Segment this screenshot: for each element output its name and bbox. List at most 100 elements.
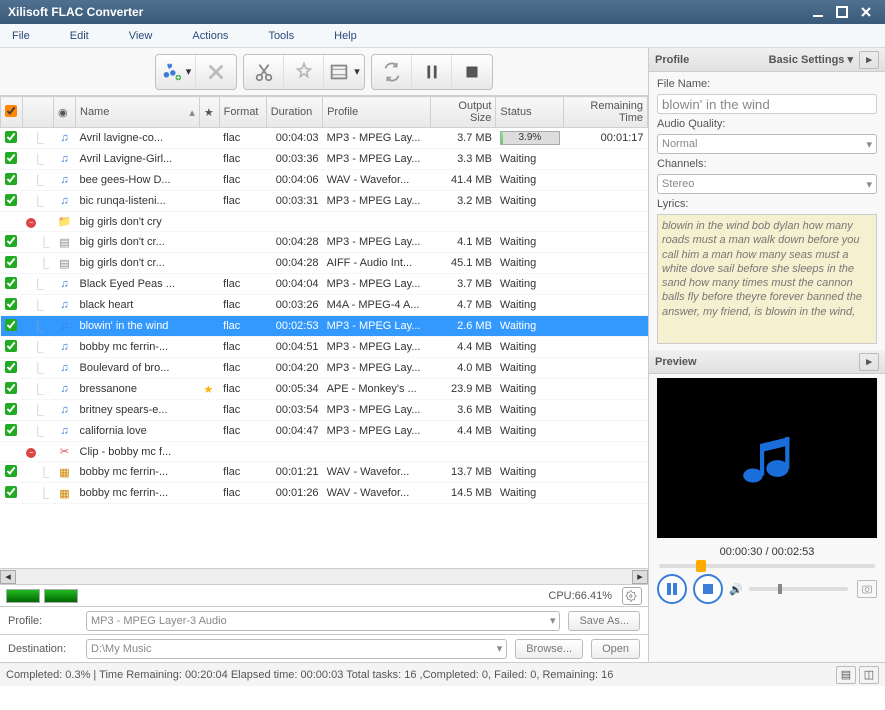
row-format: flac [219, 337, 266, 358]
cut-button[interactable] [244, 55, 284, 89]
row-checkbox[interactable] [5, 235, 17, 247]
row-checkbox[interactable] [5, 486, 17, 498]
table-row[interactable]: ⎿▦bobby mc ferrin-...flac00:01:21WAV - W… [1, 462, 648, 483]
table-row[interactable]: ⎿♫black heartflac00:03:26M4A - MPEG-4 A.… [1, 295, 648, 316]
status-report-button[interactable]: ◫ [859, 666, 879, 684]
table-row[interactable]: ⎿♫bressanone★flac00:05:34APE - Monkey's … [1, 379, 648, 400]
col-duration[interactable]: Duration [266, 97, 322, 128]
row-checkbox[interactable] [5, 340, 17, 352]
table-row[interactable]: ⎿♫blowin' in the windflac00:02:53MP3 - M… [1, 316, 648, 337]
col-check[interactable] [1, 97, 23, 128]
row-checkbox[interactable] [5, 382, 17, 394]
preview-panel-expand[interactable]: ▸ [859, 353, 879, 371]
menu-actions[interactable]: Actions [192, 30, 228, 42]
player-pause-button[interactable] [657, 574, 687, 604]
delete-button[interactable] [196, 55, 236, 89]
table-row[interactable]: ⎿♫britney spears-e...flac00:03:54MP3 - M… [1, 400, 648, 421]
star-icon[interactable]: ★ [203, 384, 213, 396]
quality-combo[interactable]: Normal▾ [657, 134, 877, 154]
col-name[interactable]: Name ▴ [76, 97, 200, 128]
lyrics-box[interactable]: blowin in the wind bob dylan how many ro… [657, 214, 877, 344]
table-row[interactable]: ⎿♫bee gees-How D...flac00:04:06WAV - Wav… [1, 170, 648, 191]
row-status: Waiting [496, 316, 564, 337]
minimize-button[interactable] [807, 4, 829, 20]
menu-file[interactable]: File [12, 30, 30, 42]
stop-button[interactable] [452, 55, 492, 89]
table-row[interactable]: ⎿♫Avril Lavigne-Girl...flac00:03:36MP3 -… [1, 149, 648, 170]
collapse-icon[interactable]: − [26, 218, 36, 228]
hscroll-left[interactable]: ◂ [0, 570, 16, 584]
row-profile: MP3 - MPEG Lay... [323, 128, 431, 149]
row-checkbox[interactable] [5, 152, 17, 164]
row-checkbox[interactable] [5, 465, 17, 477]
channels-combo[interactable]: Stereo▾ [657, 174, 877, 194]
table-row[interactable]: ⎿♫california loveflac00:04:47MP3 - MPEG … [1, 421, 648, 442]
row-checkbox[interactable] [5, 361, 17, 373]
col-format[interactable]: Format [219, 97, 266, 128]
status-list-button[interactable]: ▤ [836, 666, 856, 684]
row-checkbox[interactable] [5, 194, 17, 206]
basic-settings-dropdown[interactable]: Basic Settings ▾ [769, 53, 853, 66]
col-remain[interactable]: Remaining Time [564, 97, 648, 128]
player-stop-button[interactable] [693, 574, 723, 604]
table-row[interactable]: ⎿♫bobby mc ferrin-...flac00:04:51MP3 - M… [1, 337, 648, 358]
row-checkbox[interactable] [5, 298, 17, 310]
col-profile[interactable]: Profile [323, 97, 431, 128]
row-checkbox[interactable] [5, 131, 17, 143]
profile-combo[interactable]: MP3 - MPEG Layer-3 Audio▾ [86, 611, 560, 631]
row-name: Avril Lavigne-Girl... [76, 149, 200, 170]
row-name: bobby mc ferrin-... [76, 462, 200, 483]
filename-input[interactable] [657, 94, 877, 114]
table-row[interactable]: ⎿♫Avril lavigne-co...flac00:04:03MP3 - M… [1, 128, 648, 149]
open-button[interactable]: Open [591, 639, 640, 659]
col-status[interactable]: Status [496, 97, 564, 128]
table-row[interactable]: −✂Clip - bobby mc f... [1, 442, 648, 462]
seek-slider[interactable] [659, 564, 875, 568]
row-checkbox[interactable] [5, 403, 17, 415]
col-size[interactable]: Output Size [431, 97, 496, 128]
row-checkbox[interactable] [5, 256, 17, 268]
row-name: bee gees-How D... [76, 170, 200, 191]
browse-button[interactable]: Browse... [515, 639, 583, 659]
table-row[interactable]: ⎿▤big girls don't cr...00:04:28MP3 - MPE… [1, 232, 648, 253]
profile-panel-expand[interactable]: ▸ [859, 51, 879, 69]
maximize-button[interactable] [831, 4, 853, 20]
volume-slider[interactable] [749, 587, 848, 591]
table-row[interactable]: −📁big girls don't cry [1, 212, 648, 232]
film-button[interactable]: ▾ [324, 55, 364, 89]
row-checkbox[interactable] [5, 277, 17, 289]
cpu-settings-button[interactable] [622, 587, 642, 605]
menu-view[interactable]: View [129, 30, 153, 42]
effects-button[interactable] [284, 55, 324, 89]
row-checkbox[interactable] [5, 319, 17, 331]
hscroll-right[interactable]: ▸ [632, 570, 648, 584]
menu-tools[interactable]: Tools [268, 30, 294, 42]
row-name: black heart [76, 295, 200, 316]
add-file-button[interactable]: ▾ [156, 55, 196, 89]
snapshot-button[interactable] [857, 580, 877, 598]
col-star[interactable]: ★ [199, 97, 219, 128]
close-button[interactable] [855, 4, 877, 20]
pause-button[interactable] [412, 55, 452, 89]
row-profile: MP3 - MPEG Lay... [323, 274, 431, 295]
hscroll-track[interactable] [16, 570, 632, 584]
save-as-button[interactable]: Save As... [568, 611, 640, 631]
row-format: flac [219, 483, 266, 504]
row-checkbox[interactable] [5, 173, 17, 185]
row-profile: M4A - MPEG-4 A... [323, 295, 431, 316]
convert-button[interactable] [372, 55, 412, 89]
table-row[interactable]: ⎿▤big girls don't cr...00:04:28AIFF - Au… [1, 253, 648, 274]
destination-combo[interactable]: D:\My Music▾ [86, 639, 507, 659]
collapse-icon[interactable]: − [26, 448, 36, 458]
row-name: Boulevard of bro... [76, 358, 200, 379]
table-row[interactable]: ⎿♫bic runqa-listeni...flac00:03:31MP3 - … [1, 191, 648, 212]
table-row[interactable]: ⎿♫Boulevard of bro...flac00:04:20MP3 - M… [1, 358, 648, 379]
menu-help[interactable]: Help [334, 30, 357, 42]
row-format [219, 232, 266, 253]
volume-icon[interactable]: 🔊 [729, 583, 743, 596]
col-type[interactable]: ◉ [54, 97, 76, 128]
table-row[interactable]: ⎿♫Black Eyed Peas ...flac00:04:04MP3 - M… [1, 274, 648, 295]
table-row[interactable]: ⎿▦bobby mc ferrin-...flac00:01:26WAV - W… [1, 483, 648, 504]
row-checkbox[interactable] [5, 424, 17, 436]
menu-edit[interactable]: Edit [70, 30, 89, 42]
